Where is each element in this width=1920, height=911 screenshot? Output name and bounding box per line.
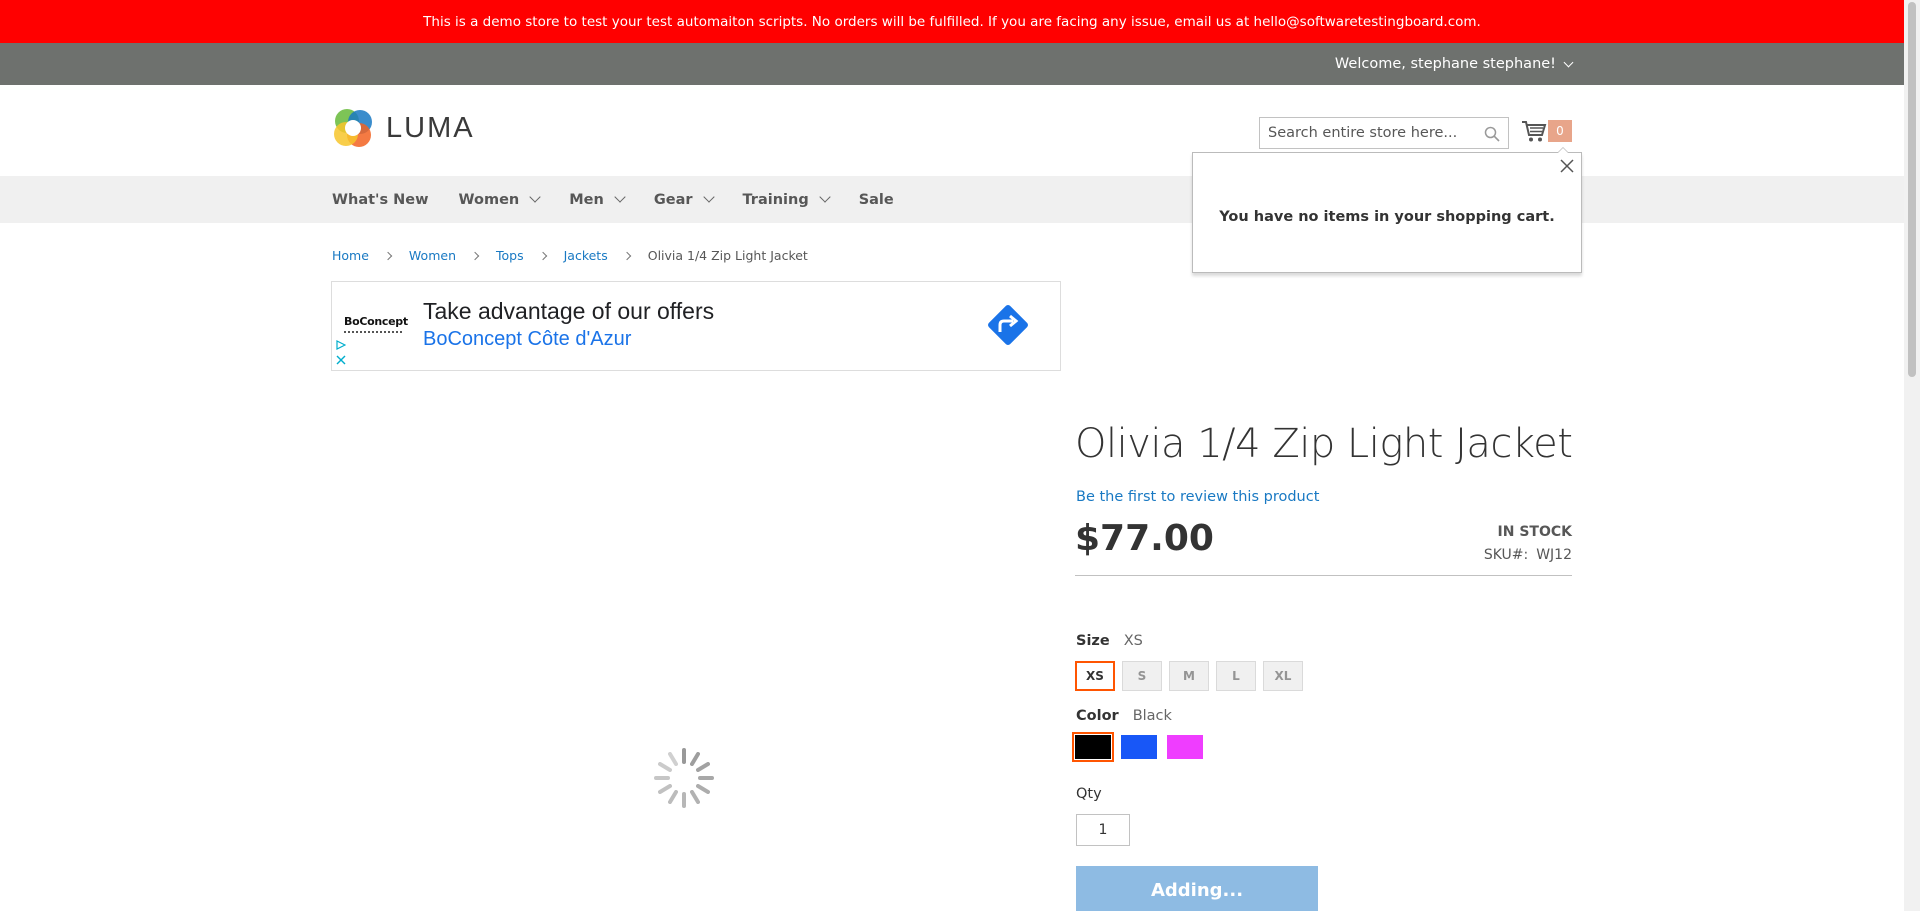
logo-text: LUMA [386, 111, 475, 144]
store-logo[interactable]: LUMA [332, 107, 475, 149]
main-nav: What's New Women Men Gear Training Sale [332, 176, 924, 223]
nav-item-label: Training [742, 191, 809, 208]
search-box [1259, 117, 1509, 149]
product-price: $77.00 [1075, 518, 1214, 559]
scrollbar-thumb[interactable] [1908, 2, 1916, 377]
cart-icon[interactable] [1521, 119, 1547, 143]
sku-value: WJ12 [1536, 547, 1572, 563]
demo-banner-text: This is a demo store to test your test a… [423, 13, 1481, 30]
luma-logo-icon [334, 109, 372, 147]
color-option-black[interactable] [1072, 732, 1114, 762]
nav-item-label: Sale [858, 191, 894, 208]
add-to-cart-button[interactable]: Adding... [1076, 866, 1318, 911]
cart-counter[interactable]: 0 [1548, 120, 1572, 142]
minicart-empty-message: You have no items in your shopping cart. [1219, 209, 1555, 225]
advertisement-banner[interactable]: BoConcept Take advantage of our offers B… [331, 281, 1061, 371]
chevron-right-icon [470, 251, 480, 260]
chevron-right-icon [538, 251, 547, 260]
nav-item-label: Men [569, 191, 604, 208]
breadcrumb-tops[interactable]: Tops [496, 248, 524, 263]
size-option-xl[interactable]: XL [1263, 661, 1303, 691]
close-icon[interactable] [1559, 158, 1575, 174]
nav-item-gear[interactable]: Gear [653, 191, 715, 208]
breadcrumb-women[interactable]: Women [409, 248, 456, 263]
breadcrumb-jackets[interactable]: Jackets [564, 248, 608, 263]
nav-item-label: Women [458, 191, 520, 208]
color-option-blue[interactable] [1121, 735, 1157, 759]
size-selected-value: XS [1123, 633, 1143, 649]
nav-item-sale[interactable]: Sale [859, 192, 894, 208]
search-input[interactable] [1268, 125, 1478, 141]
color-option-purple[interactable] [1167, 735, 1203, 759]
chevron-right-icon [383, 251, 393, 260]
size-attribute-label: Size XS [1076, 633, 1143, 649]
directions-arrow-icon[interactable] [983, 300, 1033, 350]
ad-logo: BoConcept [344, 315, 408, 328]
qty-input[interactable] [1076, 814, 1130, 846]
size-option-l[interactable]: L [1216, 661, 1256, 691]
ad-headline[interactable]: Take advantage of our offers [423, 298, 714, 325]
minicart-dropdown: You have no items in your shopping cart. [1192, 147, 1582, 273]
chevron-down-icon [1563, 57, 1574, 67]
navigation-bar: What's New Women Men Gear Training Sale [0, 176, 1904, 223]
size-label: Size [1076, 633, 1110, 649]
nav-item-whats-new[interactable]: What's New [332, 192, 429, 208]
color-selected-value: Black [1132, 708, 1172, 724]
divider [1075, 575, 1572, 576]
chevron-right-icon [622, 251, 631, 260]
nav-item-label: What's New [332, 191, 429, 208]
chevron-down-icon [529, 191, 541, 203]
page-scrollbar[interactable] [1904, 0, 1920, 911]
product-sku: SKU#: WJ12 [1484, 547, 1572, 563]
nav-item-women[interactable]: Women [458, 191, 541, 208]
breadcrumb-home[interactable]: Home [332, 248, 369, 263]
chevron-down-icon [614, 191, 626, 203]
color-swatch-group [1072, 732, 1203, 762]
size-option-xs[interactable]: XS [1075, 661, 1115, 691]
color-attribute-label: Color Black [1076, 708, 1172, 724]
size-option-s[interactable]: S [1122, 661, 1162, 691]
close-icon[interactable] [336, 355, 346, 365]
color-label: Color [1076, 708, 1119, 724]
ad-logo-tagline [344, 331, 402, 333]
stock-status: IN STOCK [1497, 524, 1572, 540]
ad-advertiser[interactable]: BoConcept Côte d'Azur [423, 328, 631, 351]
sku-label: SKU#: [1483, 547, 1529, 563]
ad-choices-icon[interactable] [336, 340, 346, 350]
nav-item-men[interactable]: Men [569, 191, 626, 208]
chevron-down-icon [819, 191, 831, 203]
cart-count: 0 [1556, 124, 1564, 138]
header-panel: Welcome, stephane stephane! [0, 43, 1904, 85]
nav-item-training[interactable]: Training [742, 191, 831, 208]
breadcrumb-current: Olivia 1/4 Zip Light Jacket [647, 248, 808, 263]
customer-welcome-menu[interactable]: Welcome, stephane stephane! [1334, 43, 1574, 85]
size-option-m[interactable]: M [1169, 661, 1209, 691]
demo-banner: This is a demo store to test your test a… [0, 0, 1904, 43]
chevron-down-icon [702, 191, 715, 203]
nav-item-label: Gear [653, 191, 693, 208]
review-link[interactable]: Be the first to review this product [1076, 489, 1319, 505]
breadcrumb: Home Women Tops Jackets Olivia 1/4 Zip L… [332, 248, 808, 263]
loading-spinner-icon [654, 748, 714, 808]
welcome-text: Welcome, stephane stephane! [1334, 56, 1556, 72]
size-swatch-group: XS S M L XL [1075, 661, 1303, 691]
qty-label: Qty [1076, 786, 1102, 802]
product-title: Olivia 1/4 Zip Light Jacket [1075, 421, 1573, 467]
search-icon[interactable] [1484, 126, 1500, 142]
